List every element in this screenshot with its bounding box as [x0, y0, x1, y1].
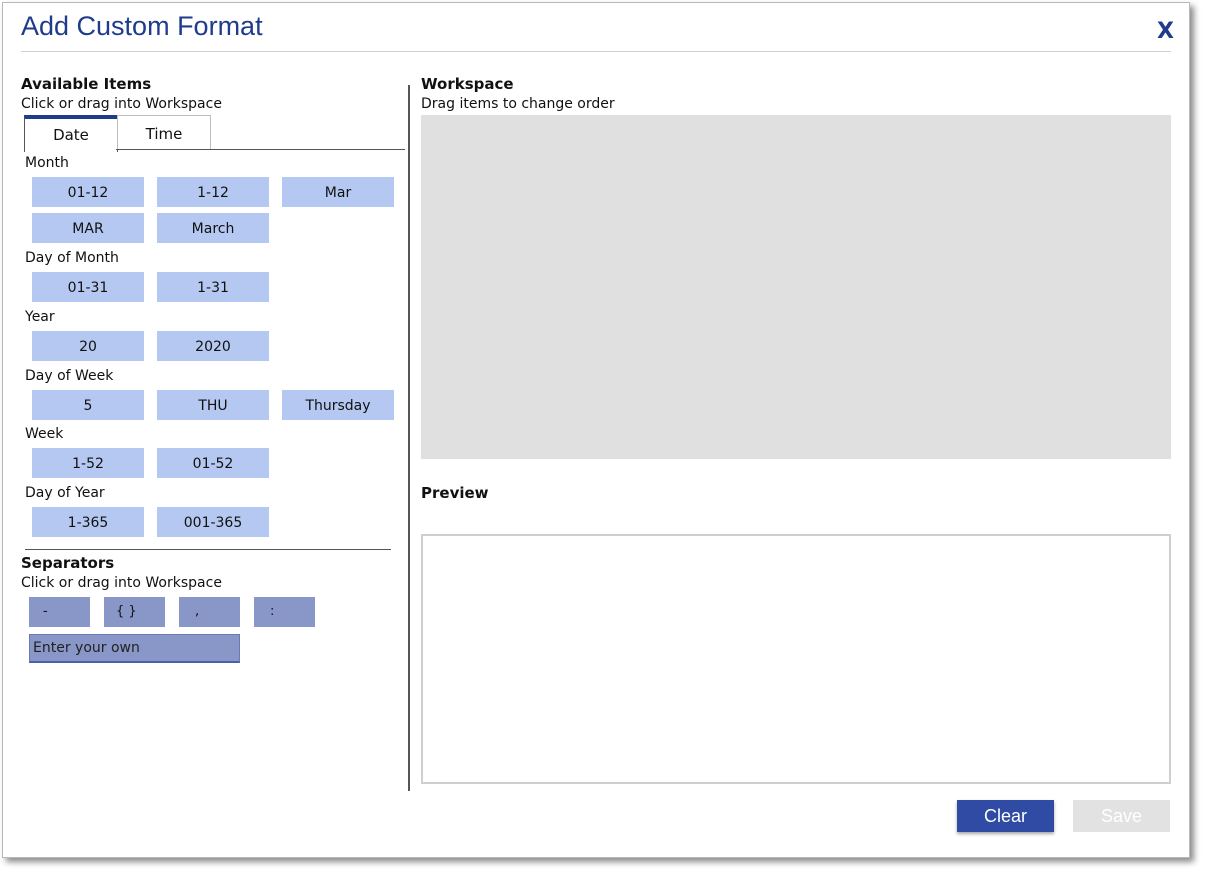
available-items-hint: Click or drag into Workspace	[21, 96, 222, 112]
tab-strip-line	[116, 149, 405, 150]
separators-divider	[25, 549, 391, 550]
separator-braces[interactable]: { }	[104, 597, 165, 627]
tab-time[interactable]: Time	[117, 115, 211, 150]
title-divider	[21, 51, 1171, 52]
item-day-of-week-5[interactable]: 5	[32, 390, 144, 420]
separator-dash[interactable]: -	[29, 597, 90, 627]
save-button[interactable]: Save	[1073, 800, 1170, 832]
preview-box	[421, 534, 1171, 784]
group-label-day-of-week: Day of Week	[25, 368, 114, 384]
group-label-week: Week	[25, 426, 64, 442]
item-year-20[interactable]: 20	[32, 331, 144, 361]
group-label-day-of-month: Day of Month	[25, 250, 119, 266]
workspace-drop-area[interactable]	[421, 115, 1171, 459]
workspace-hint: Drag items to change order	[421, 96, 615, 112]
item-day-of-year-1-365[interactable]: 1-365	[32, 507, 144, 537]
workspace-heading: Workspace	[421, 75, 514, 93]
available-items-heading: Available Items	[21, 75, 152, 93]
add-custom-format-dialog: Add Custom Format X Available Items Clic…	[2, 2, 1190, 858]
group-label-year: Year	[25, 309, 55, 325]
group-label-month: Month	[25, 155, 69, 171]
custom-separator-input[interactable]: Enter your own	[29, 634, 240, 663]
item-day-of-month-01-31[interactable]: 01-31	[32, 272, 144, 302]
item-month-march[interactable]: March	[157, 213, 269, 243]
item-month-mar-upper[interactable]: MAR	[32, 213, 144, 243]
item-day-of-week-thursday[interactable]: Thursday	[282, 390, 394, 420]
item-month-1-12[interactable]: 1-12	[157, 177, 269, 207]
item-month-mar[interactable]: Mar	[282, 177, 394, 207]
item-day-of-month-1-31[interactable]: 1-31	[157, 272, 269, 302]
item-day-of-week-thu[interactable]: THU	[157, 390, 269, 420]
item-day-of-year-001-365[interactable]: 001-365	[157, 507, 269, 537]
separators-hint: Click or drag into Workspace	[21, 575, 222, 591]
separator-comma[interactable]: ,	[179, 597, 240, 627]
clear-button[interactable]: Clear	[957, 800, 1054, 832]
group-label-day-of-year: Day of Year	[25, 485, 105, 501]
item-month-01-12[interactable]: 01-12	[32, 177, 144, 207]
item-week-01-52[interactable]: 01-52	[157, 448, 269, 478]
dialog-title: Add Custom Format	[21, 11, 263, 41]
item-year-2020[interactable]: 2020	[157, 331, 269, 361]
separator-colon[interactable]: :	[254, 597, 315, 627]
tab-date[interactable]: Date	[24, 115, 118, 152]
close-icon[interactable]: X	[1157, 19, 1174, 44]
panel-divider	[408, 85, 410, 791]
separators-heading: Separators	[21, 554, 115, 572]
item-week-1-52[interactable]: 1-52	[32, 448, 144, 478]
preview-heading: Preview	[421, 484, 489, 502]
